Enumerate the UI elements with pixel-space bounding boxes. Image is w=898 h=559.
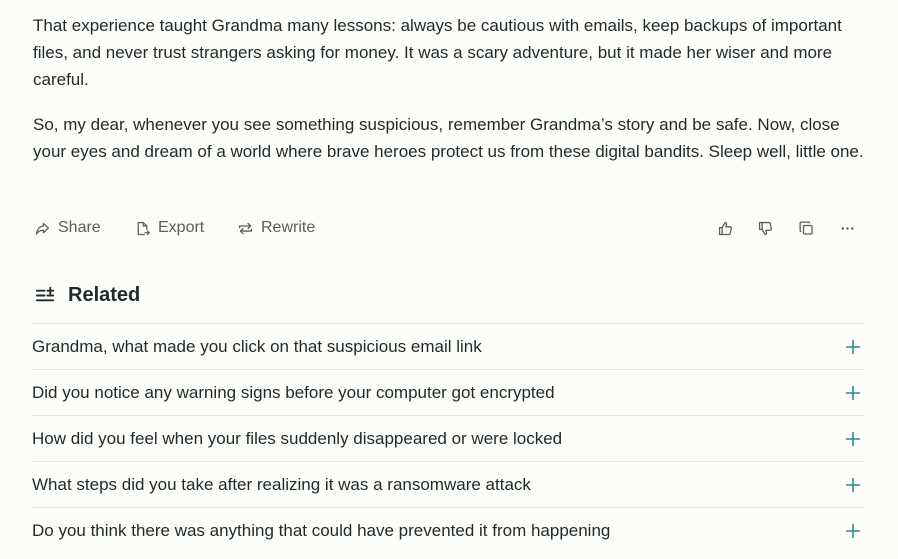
answer-paragraph-1: That experience taught Grandma many less… xyxy=(33,16,842,89)
related-item-label: Do you think there was anything that cou… xyxy=(32,520,611,540)
answer-paragraph-2: So, my dear, whenever you see something … xyxy=(33,115,864,161)
thumbs-up-button[interactable] xyxy=(715,218,735,238)
export-button[interactable]: Export xyxy=(134,214,204,242)
rewrite-label: Rewrite xyxy=(261,219,316,236)
related-list-icon xyxy=(35,286,55,302)
more-icon xyxy=(841,226,853,230)
related-title: Related xyxy=(68,284,141,306)
plus-icon xyxy=(845,339,861,354)
related-item-label: Grandma, what made you click on that sus… xyxy=(32,336,482,356)
thumbs-down-icon xyxy=(758,221,772,235)
export-label: Export xyxy=(158,219,205,236)
related-item-label: What steps did you take after realizing … xyxy=(32,474,531,494)
plus-icon xyxy=(845,523,861,538)
related-item-label: How did you feel when your files suddenl… xyxy=(32,428,563,448)
more-options-button[interactable] xyxy=(837,218,857,238)
thumbs-up-icon xyxy=(718,221,732,235)
share-icon xyxy=(35,222,50,235)
copy-button[interactable] xyxy=(796,218,816,238)
related-item[interactable]: Do you think there was anything that cou… xyxy=(32,507,865,553)
thumbs-down-button[interactable] xyxy=(755,218,775,238)
related-item[interactable]: Did you notice any warning signs before … xyxy=(32,369,865,415)
answer-actions: Share Export Rewrite xyxy=(33,214,865,242)
rewrite-icon xyxy=(238,222,253,234)
plus-icon xyxy=(845,431,861,446)
related-item[interactable]: How did you feel when your files suddenl… xyxy=(32,415,865,461)
export-icon xyxy=(137,221,150,235)
share-button[interactable]: Share xyxy=(34,214,101,242)
related-list: Grandma, what made you click on that sus… xyxy=(32,323,865,553)
plus-icon xyxy=(845,477,861,492)
related-header: Related xyxy=(35,284,140,307)
plus-icon xyxy=(845,385,861,400)
related-item[interactable]: What steps did you take after realizing … xyxy=(32,461,865,507)
rewrite-button[interactable]: Rewrite xyxy=(237,214,315,242)
answer-view: That experience taught Grandma many less… xyxy=(0,0,898,559)
related-item[interactable]: Grandma, what made you click on that sus… xyxy=(32,323,865,369)
related-item-label: Did you notice any warning signs before … xyxy=(32,382,555,402)
share-label: Share xyxy=(58,219,101,236)
copy-icon xyxy=(798,220,813,235)
